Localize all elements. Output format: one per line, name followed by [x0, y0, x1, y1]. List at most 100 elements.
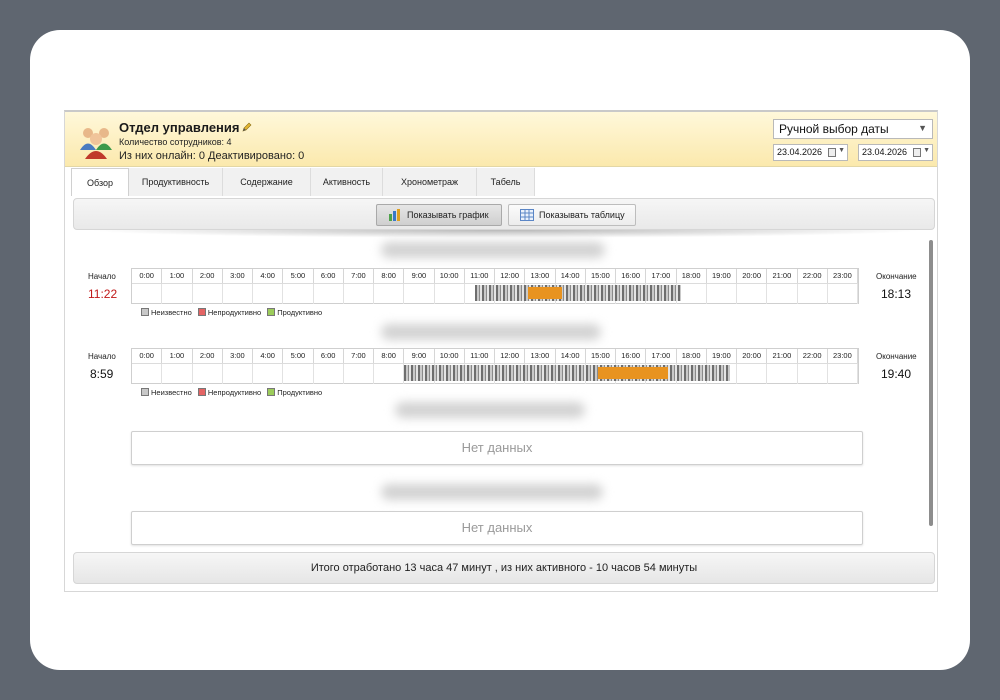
- chevron-down-icon: ▼: [838, 147, 845, 154]
- legend-productive-label: Продуктивно: [277, 388, 323, 397]
- legend-unproductive-label: Непродуктивно: [207, 308, 262, 317]
- date-mode-value: Ручной выбор даты: [779, 122, 889, 136]
- hour-label: 23:00: [828, 269, 858, 283]
- work-segments: [404, 365, 730, 381]
- end-time: 19:40: [881, 367, 912, 381]
- legend-unknown: Неизвестно: [141, 388, 192, 397]
- hour-label: 17:00: [646, 269, 677, 283]
- date-to-value: 23.04.2026: [862, 147, 908, 157]
- hour-label: 13:00: [525, 269, 556, 283]
- tab-overview[interactable]: Обзор: [71, 168, 129, 196]
- hour-label: 7:00: [344, 349, 374, 363]
- chevron-down-icon: ▼: [923, 147, 930, 154]
- bar-chart-icon: [389, 209, 400, 221]
- hour-cell: [223, 284, 253, 304]
- start-time: 11:22: [88, 287, 118, 301]
- tab-timekeeping[interactable]: Хронометраж: [383, 168, 477, 196]
- show-table-label: Показывать таблицу: [539, 210, 625, 220]
- date-mode-select[interactable]: Ручной выбор даты ▼: [773, 119, 933, 139]
- hour-label: 2:00: [193, 269, 223, 283]
- vertical-scrollbar[interactable]: [929, 240, 933, 526]
- show-chart-label: Показывать график: [407, 210, 489, 220]
- show-chart-button[interactable]: Показывать график: [376, 204, 502, 226]
- hour-cell: [828, 364, 858, 384]
- hour-label: 19:00: [707, 269, 737, 283]
- toolbar-shadow: [85, 230, 925, 238]
- legend-unknown-label: Неизвестно: [151, 308, 192, 317]
- status-legend: Неизвестно Непродуктивно Продуктивно: [141, 308, 326, 317]
- legend-swatch: [197, 388, 206, 396]
- employee-name-blurred: [381, 324, 601, 340]
- hour-cell: [374, 284, 405, 304]
- tab-timesheet[interactable]: Табель: [477, 168, 535, 196]
- total-worked-summary: Итого отработано 13 часа 47 минут , из н…: [73, 552, 935, 584]
- chevron-down-icon: ▼: [918, 123, 927, 133]
- legend-swatch: [197, 308, 206, 316]
- hour-label: 1:00: [162, 349, 193, 363]
- hour-cell: [193, 364, 223, 384]
- hour-cell: [344, 284, 374, 304]
- hour-cell: [707, 284, 737, 304]
- legend-swatch: [267, 308, 276, 316]
- edit-pencil-icon[interactable]: [241, 121, 253, 133]
- hour-cell: [253, 364, 284, 384]
- hour-cell: [283, 364, 314, 384]
- hour-label: 3:00: [223, 349, 253, 363]
- hour-label: 16:00: [616, 269, 647, 283]
- legend-unproductive: Непродуктивно: [197, 308, 262, 317]
- hour-label: 11:00: [465, 269, 495, 283]
- end-label: Окончание: [876, 272, 917, 281]
- timeline-row: 0:00 1:00 2:00 3:00 4:00 5:00 6:00 7:00 8:00 9:00…: [131, 268, 859, 304]
- hour-label: 3:00: [223, 269, 253, 283]
- tab-bar: Обзор Продуктивность Содержание Активнос…: [65, 168, 937, 196]
- hour-cell: [162, 284, 193, 304]
- hour-cell: [132, 364, 163, 384]
- hour-cell: [344, 364, 374, 384]
- hour-label: 18:00: [677, 349, 707, 363]
- end-label: Окончание: [876, 352, 917, 361]
- table-grid-icon: [520, 209, 534, 221]
- tab-content[interactable]: Содержание: [223, 168, 311, 196]
- hour-cell: [253, 284, 284, 304]
- hour-label: 11:00: [465, 349, 495, 363]
- hour-label: 10:00: [435, 349, 465, 363]
- employee-name-blurred: [381, 242, 605, 258]
- end-time: 18:13: [881, 287, 912, 301]
- view-toolbar: Показывать график Показывать таблицу: [73, 198, 935, 230]
- no-data-panel: Нет данных: [131, 511, 863, 545]
- no-data-panel: Нет данных: [131, 431, 863, 465]
- hour-cell: [798, 284, 828, 304]
- tab-productivity[interactable]: Продуктивность: [129, 168, 223, 196]
- calendar-icon: [913, 148, 921, 157]
- show-table-button[interactable]: Показывать таблицу: [508, 204, 636, 226]
- hour-label: 8:00: [374, 269, 405, 283]
- hour-label: 15:00: [586, 349, 616, 363]
- hour-label: 20:00: [737, 349, 768, 363]
- legend-swatch: [141, 308, 149, 316]
- tab-activity[interactable]: Активность: [311, 168, 383, 196]
- hour-cell: [162, 364, 193, 384]
- hour-label: 6:00: [314, 269, 344, 283]
- hour-label: 19:00: [707, 349, 737, 363]
- hour-label: 22:00: [798, 349, 828, 363]
- date-to-picker[interactable]: 23.04.2026 ▼: [858, 144, 933, 161]
- employee-name-blurred: [395, 402, 585, 418]
- hour-cell: [677, 284, 707, 304]
- hour-label: 1:00: [162, 269, 193, 283]
- employee-name-blurred: [381, 484, 603, 500]
- hour-label: 7:00: [344, 269, 374, 283]
- start-label: Начало: [88, 352, 116, 361]
- hour-cell: [737, 364, 768, 384]
- hour-scale: 0:00 1:00 2:00 3:00 4:00 5:00 6:00 7:00 8:00 9:00…: [132, 269, 858, 283]
- hour-label: 18:00: [677, 269, 707, 283]
- timeline-row: 0:00 1:00 2:00 3:00 4:00 5:00 6:00 7:00 8:00 9:00…: [131, 348, 859, 384]
- hour-label: 9:00: [404, 349, 435, 363]
- start-time: 8:59: [90, 367, 114, 381]
- date-from-picker[interactable]: 23.04.2026 ▼: [773, 144, 848, 161]
- hour-cell: [283, 284, 314, 304]
- hour-label: 5:00: [283, 349, 314, 363]
- online-status: Из них онлайн: 0 Деактивировано: 0: [119, 150, 305, 162]
- legend-unknown: Неизвестно: [141, 308, 192, 317]
- hour-cell: [798, 364, 828, 384]
- legend-swatch: [267, 388, 276, 396]
